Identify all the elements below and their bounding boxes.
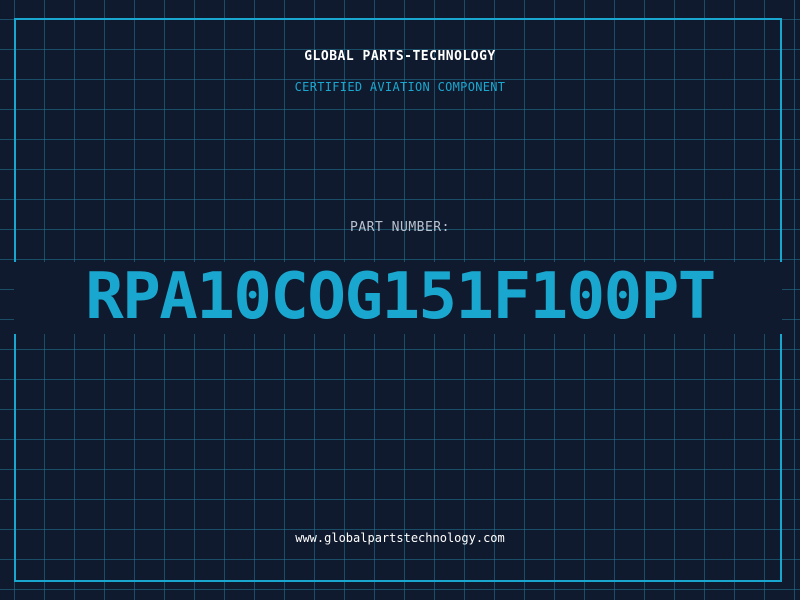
part-number-value: RPA10COG151F100PT <box>85 260 716 334</box>
company-name: GLOBAL PARTS-TECHNOLOGY <box>304 49 496 64</box>
website-link[interactable]: www.globalpartstechnology.com <box>0 531 800 545</box>
part-number-label: PART NUMBER: <box>350 220 450 235</box>
certification-subtitle: CERTIFIED AVIATION COMPONENT <box>294 80 506 94</box>
part-label-card: GLOBAL PARTS-TECHNOLOGY CERTIFIED AVIATI… <box>0 0 800 600</box>
